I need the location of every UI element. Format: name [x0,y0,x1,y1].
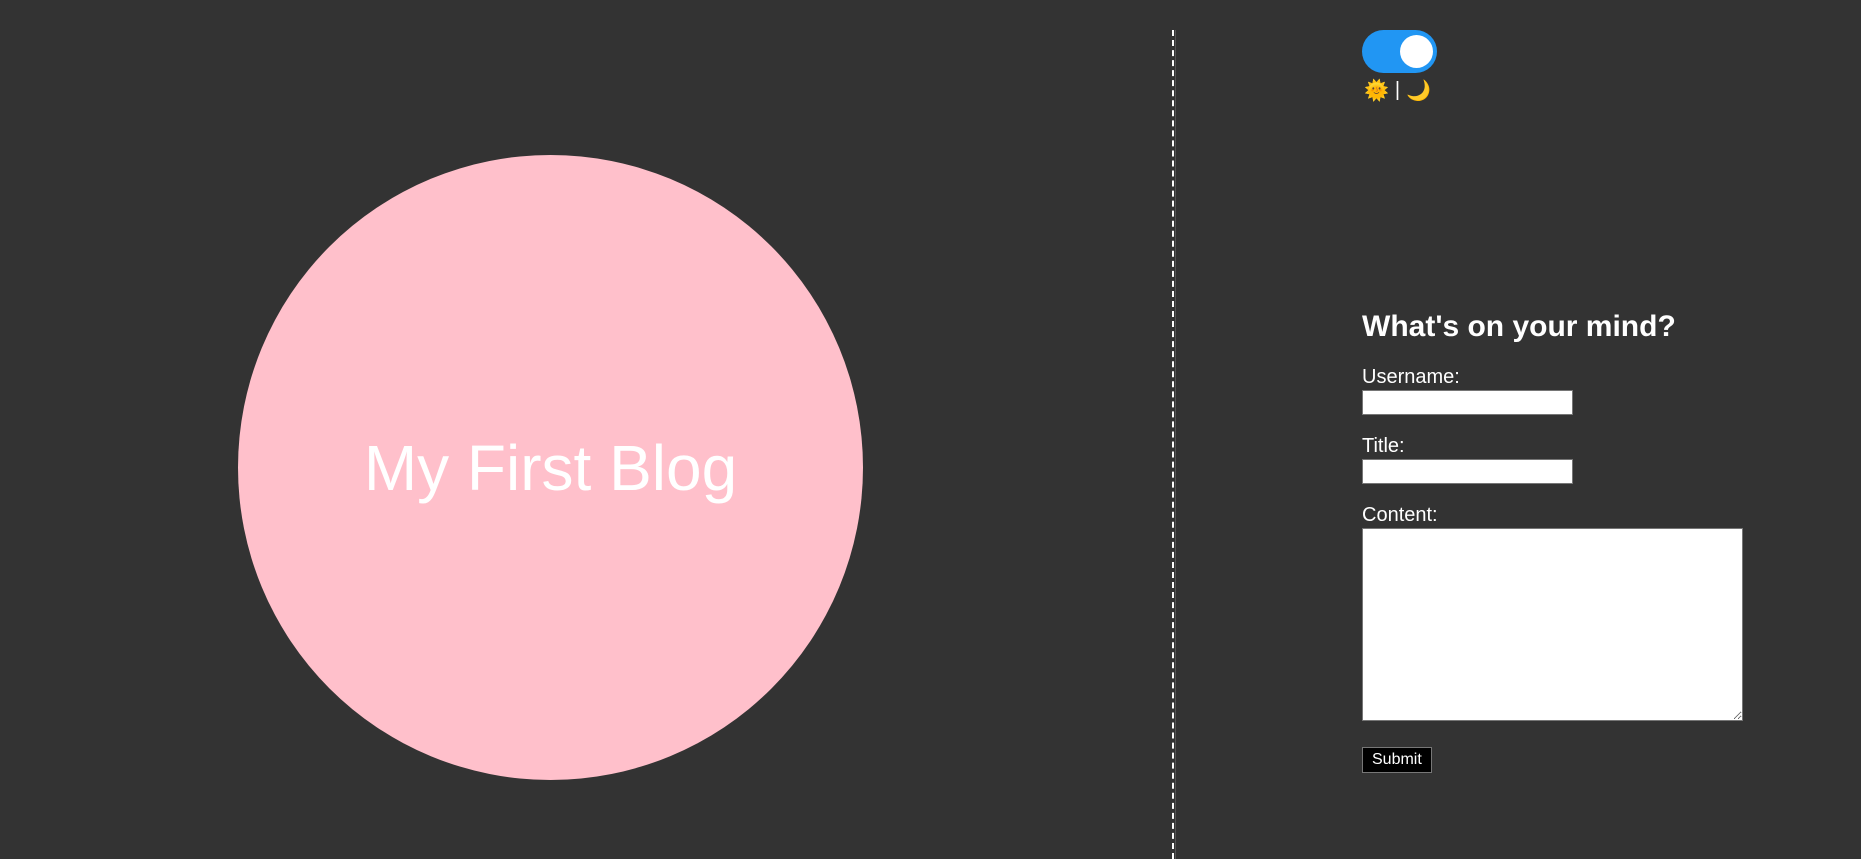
title-label: Title: [1362,435,1405,457]
theme-separator: | [1394,79,1401,101]
title-input[interactable] [1362,459,1573,484]
moon-icon: 🌙 [1406,80,1432,102]
sun-icon: 🌞 [1364,80,1389,102]
post-form: What's on your mind? Username: Title: Co… [1362,310,1762,773]
theme-icons: 🌞 | 🌙 [1364,78,1431,103]
content-label: Content: [1362,504,1438,526]
page: My First Blog 🌞 | 🌙 What's on your mind?… [0,0,1861,859]
hero-circle: My First Blog [238,155,863,780]
form-heading: What's on your mind? [1362,310,1676,343]
theme-toggle[interactable] [1362,30,1437,73]
username-label: Username: [1362,366,1460,388]
content-textarea[interactable] [1362,528,1743,721]
blog-title: My First Blog [363,431,738,504]
toggle-knob [1400,35,1433,68]
username-input[interactable] [1362,390,1573,415]
submit-button[interactable]: Submit [1362,747,1432,773]
vertical-divider [1172,30,1176,859]
